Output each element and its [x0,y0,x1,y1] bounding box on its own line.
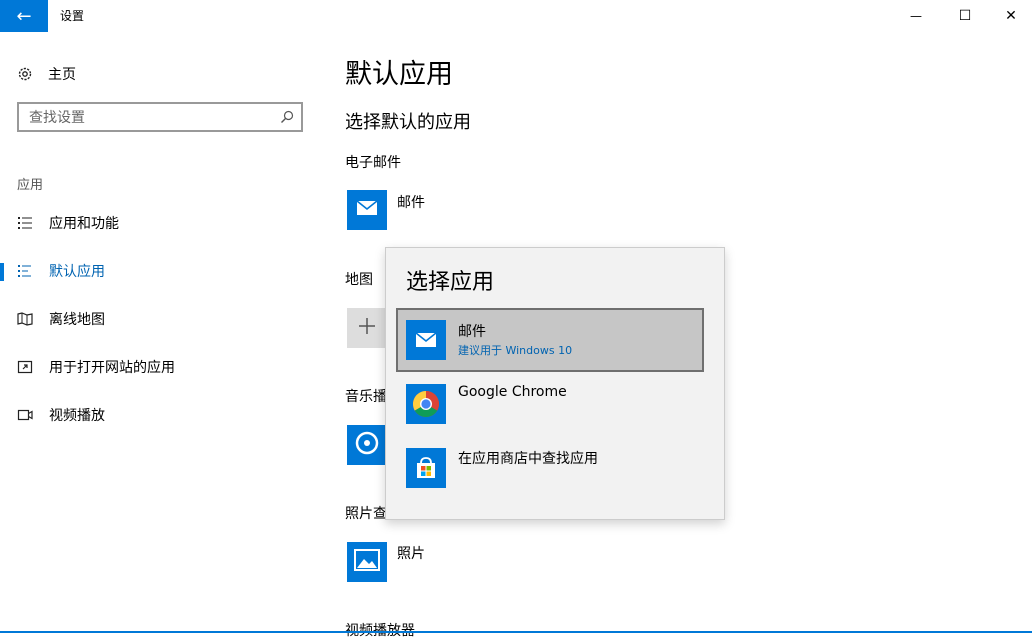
window-title: 设置 [60,9,85,23]
choose-app-flyout: 选择应用 邮件 建议用于 Windows 10 Google Chrome 在应… [385,247,725,520]
flyout-item-subtitle: 建议用于 Windows 10 [458,344,573,357]
sidebar-item-label: 用于打开网站的应用 [49,360,175,376]
flyout-item-name: 在应用商店中查找应用 [458,451,598,467]
flyout-title: 选择应用 [406,270,495,295]
category-label-maps: 地图 [345,272,373,288]
flyout-item-mail[interactable]: 邮件 建议用于 Windows 10 [396,308,704,372]
apps-list-icon [17,215,33,231]
sidebar: 主页 应用 应用和功能 默认应用 离线地图 用于打开网站的应用 [0,32,320,633]
sidebar-item-apps-features[interactable]: 应用和功能 [0,203,320,243]
page-subtitle: 选择默认的应用 [345,112,471,133]
title-bar: ← 设置 — ☐ ✕ [0,0,1032,32]
search-box[interactable] [17,102,303,132]
sidebar-item-label: 默认应用 [49,264,105,280]
sidebar-item-label: 视频播放 [49,408,105,424]
category-label-music: 音乐播 [345,389,387,405]
close-button[interactable]: ✕ [988,0,1032,32]
mail-icon [406,320,446,360]
category-label-photos: 照片查 [345,506,387,522]
page-title: 默认应用 [345,59,453,90]
home-label: 主页 [48,67,76,83]
category-label-video: 视频播放器 [345,623,415,639]
maximize-button[interactable]: ☐ [942,0,988,32]
sidebar-item-label: 应用和功能 [49,216,119,232]
sidebar-item-label: 离线地图 [49,312,105,328]
gear-icon [16,65,34,83]
flyout-item-chrome[interactable]: Google Chrome [396,372,704,436]
video-playback-icon [17,407,33,423]
email-app-tile[interactable] [347,190,387,230]
sidebar-item-default-apps[interactable]: 默认应用 [0,251,320,291]
email-app-name[interactable]: 邮件 [397,192,425,212]
sidebar-item-offline-maps[interactable]: 离线地图 [0,299,320,339]
search-input[interactable] [27,108,271,128]
search-icon[interactable] [279,109,295,125]
plus-icon [358,317,376,339]
sidebar-item-video-playback[interactable]: 视频播放 [0,395,320,435]
minimize-button[interactable]: — [893,0,939,32]
category-label-email: 电子邮件 [345,155,401,171]
store-icon [406,448,446,488]
chrome-icon [406,384,446,424]
music-app-tile[interactable] [347,425,387,465]
sidebar-item-open-websites[interactable]: 用于打开网站的应用 [0,347,320,387]
flyout-item-name: Google Chrome [458,384,567,400]
default-apps-icon [17,263,33,279]
section-label-apps: 应用 [17,178,44,193]
flyout-item-store[interactable]: 在应用商店中查找应用 [396,436,704,500]
flyout-item-name: 邮件 [458,324,486,340]
offline-maps-icon [17,311,33,327]
photos-app-tile[interactable] [347,542,387,582]
mail-icon [355,198,379,222]
open-website-icon [17,359,33,375]
groove-music-icon [354,430,380,460]
photos-icon [354,549,380,575]
home-nav-item[interactable]: 主页 [16,62,76,86]
choose-maps-app-button[interactable] [347,308,387,348]
photos-app-name[interactable]: 照片 [397,543,425,563]
back-button[interactable]: ← [0,0,48,32]
